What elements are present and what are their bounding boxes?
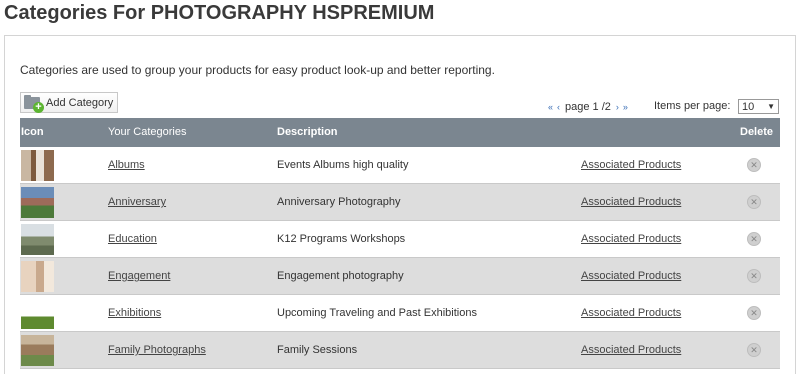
page-indicator: page 1 /2 <box>565 101 611 113</box>
items-per-page-label: Items per page: <box>654 100 731 112</box>
first-page-icon[interactable]: « <box>548 102 553 112</box>
category-description: Events Albums high quality <box>277 159 409 171</box>
category-link[interactable]: Albums <box>108 159 145 171</box>
categories-table: Icon Your Categories Description Delete … <box>20 118 780 369</box>
add-category-button[interactable]: + Add Category <box>20 92 118 113</box>
header-categories[interactable]: Your Categories <box>108 126 186 138</box>
table-row: Exhibitions Upcoming Traveling and Past … <box>20 295 780 332</box>
category-description: K12 Programs Workshops <box>277 233 406 245</box>
header-icon: Icon <box>21 126 44 138</box>
category-description: Anniversary Photography <box>277 196 401 208</box>
delete-icon[interactable]: ✕ <box>747 195 761 209</box>
add-category-label: Add Category <box>46 96 114 109</box>
prev-page-icon[interactable]: ‹ <box>557 102 560 112</box>
category-link[interactable]: Exhibitions <box>108 307 161 319</box>
associated-products-link[interactable]: Associated Products <box>581 196 681 208</box>
category-thumbnail[interactable] <box>21 187 54 218</box>
page-title: Categories For PHOTOGRAPHY HSPREMIUM <box>4 2 435 24</box>
delete-icon[interactable]: ✕ <box>747 158 761 172</box>
associated-products-link[interactable]: Associated Products <box>581 307 681 319</box>
delete-icon[interactable]: ✕ <box>747 269 761 283</box>
delete-icon[interactable]: ✕ <box>747 306 761 320</box>
header-delete: Delete <box>740 126 774 138</box>
category-thumbnail[interactable] <box>21 261 54 292</box>
table-row: Education K12 Programs Workshops Associa… <box>20 221 780 258</box>
next-page-icon[interactable]: › <box>616 102 619 112</box>
category-description: Engagement photography <box>277 270 404 282</box>
pagination: « ‹ page 1 /2 › » <box>546 100 630 114</box>
associated-products-link[interactable]: Associated Products <box>581 344 681 356</box>
last-page-icon[interactable]: » <box>623 102 628 112</box>
table-row: Anniversary Anniversary Photography Asso… <box>20 184 780 221</box>
table-row: Family Photographs Family Sessions Assoc… <box>20 332 780 369</box>
chevron-down-icon: ▼ <box>767 102 775 111</box>
category-thumbnail[interactable] <box>21 298 54 329</box>
header-description[interactable]: Description <box>277 126 338 138</box>
category-link[interactable]: Engagement <box>108 270 170 282</box>
category-link[interactable]: Education <box>108 233 157 245</box>
delete-icon[interactable]: ✕ <box>747 343 761 357</box>
intro-text: Categories are used to group your produc… <box>20 63 495 77</box>
add-folder-icon: + <box>24 95 44 113</box>
category-thumbnail[interactable] <box>21 150 54 181</box>
table-row: Engagement Engagement photography Associ… <box>20 258 780 295</box>
items-per-page-select[interactable]: 10 ▼ <box>738 99 779 114</box>
associated-products-link[interactable]: Associated Products <box>581 233 681 245</box>
associated-products-link[interactable]: Associated Products <box>581 159 681 171</box>
category-thumbnail[interactable] <box>21 224 54 255</box>
table-header: Icon Your Categories Description Delete <box>20 118 780 147</box>
category-link[interactable]: Anniversary <box>108 196 166 208</box>
associated-products-link[interactable]: Associated Products <box>581 270 681 282</box>
table-row: Albums Events Albums high quality Associ… <box>20 147 780 184</box>
category-thumbnail[interactable] <box>21 335 54 366</box>
items-per-page-value: 10 <box>742 100 755 113</box>
category-description: Family Sessions <box>277 344 358 356</box>
category-description: Upcoming Traveling and Past Exhibitions <box>277 307 477 319</box>
delete-icon[interactable]: ✕ <box>747 232 761 246</box>
category-link[interactable]: Family Photographs <box>108 344 206 356</box>
